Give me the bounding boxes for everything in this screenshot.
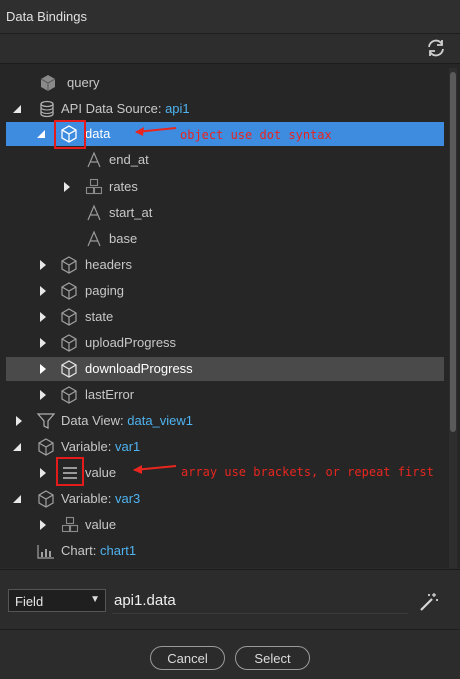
highlight-box (54, 120, 86, 149)
cube-outline-icon (59, 359, 79, 379)
database-icon (37, 99, 57, 119)
collapsed-arrow-icon[interactable] (35, 279, 51, 303)
binding-type-value: Field (15, 594, 44, 609)
tree-item-label: headers (85, 257, 132, 272)
highlight-box (56, 457, 84, 486)
annotation-arrow-icon (133, 465, 177, 474)
expanded-arrow-icon[interactable] (9, 435, 25, 459)
tree-item-var3[interactable]: Variable: var3 (6, 487, 444, 511)
scrollbar-thumb[interactable] (450, 72, 456, 432)
collapsed-arrow-icon[interactable] (35, 253, 51, 277)
tree-item-label: Variable: var1 (61, 439, 141, 454)
tree-item-end-at[interactable]: end_at (6, 148, 444, 172)
collapsed-arrow-icon[interactable] (11, 409, 27, 433)
expanded-arrow-icon[interactable] (33, 122, 49, 146)
expression-underline (112, 613, 408, 614)
expanded-arrow-icon[interactable] (9, 487, 25, 511)
collapsed-arrow-icon[interactable] (59, 175, 75, 199)
binding-expression-field[interactable]: api1.data (114, 592, 176, 609)
cube-outline-icon (59, 333, 79, 353)
tree-item-label: base (109, 231, 138, 246)
collapsed-arrow-icon[interactable] (35, 357, 51, 381)
tree-item-data-view[interactable]: Data View: data_view1 (6, 409, 444, 433)
cube-outline-icon (59, 385, 79, 405)
object-group-icon (60, 515, 80, 535)
tree-item-label: start_at (109, 205, 153, 220)
tree-item-label: lastError (85, 387, 135, 402)
annotation-arrow-icon (135, 127, 177, 136)
select-button[interactable]: Select (235, 646, 310, 670)
object-group-icon (84, 177, 104, 197)
tree-item-start-at[interactable]: start_at (6, 201, 444, 225)
cube-icon (38, 73, 58, 93)
toolbar (0, 34, 460, 64)
cube-outline-icon (59, 255, 79, 275)
bar-chart-icon (36, 541, 56, 561)
tree-item-var1[interactable]: Variable: var1 (6, 435, 444, 459)
text-field-icon (84, 150, 104, 170)
title-bar: Data Bindings (0, 0, 460, 34)
tree-item-label: API Data Source: api1 (61, 101, 190, 116)
tree-item-label: state (85, 309, 114, 324)
collapsed-arrow-icon[interactable] (35, 513, 51, 537)
tree-item-label: paging (85, 283, 125, 298)
cancel-button[interactable]: Cancel (150, 646, 225, 670)
tree-item-label: value (85, 517, 117, 532)
tree-item-last-error[interactable]: lastError (6, 383, 444, 407)
tree-item-query[interactable]: query (6, 71, 444, 95)
tree-item-label: end_at (109, 152, 149, 167)
text-field-icon (84, 203, 104, 223)
tree-item-chart[interactable]: Chart: chart1 (6, 539, 444, 563)
cube-outline-icon (36, 489, 56, 509)
tree-item-state[interactable]: state (6, 305, 444, 329)
tree-item-label: rates (109, 179, 138, 194)
text-field-icon (84, 229, 104, 249)
tree-item-label: value (85, 465, 117, 480)
expanded-arrow-icon[interactable] (9, 97, 25, 121)
refresh-icon[interactable] (424, 37, 448, 59)
tree-item-label: uploadProgress (85, 335, 177, 350)
tree-item-paging[interactable]: paging (6, 279, 444, 303)
magic-wand-icon[interactable] (418, 591, 440, 613)
binding-type-select[interactable]: Field ▼ (8, 589, 106, 612)
window-title: Data Bindings (6, 9, 87, 24)
array-annotation: array use brackets, or repeat first (181, 465, 434, 479)
tree-item-label: downloadProgress (85, 361, 193, 376)
footer-divider (0, 629, 460, 630)
tree-item-label: Data View: data_view1 (61, 413, 194, 428)
dropdown-caret-icon: ▼ (90, 594, 100, 605)
collapsed-arrow-icon[interactable] (35, 383, 51, 407)
tree-item-label: query (67, 75, 100, 90)
tree-item-rates[interactable]: rates (6, 175, 444, 199)
cube-outline-icon (36, 437, 56, 457)
cube-outline-icon (59, 281, 79, 301)
collapsed-arrow-icon[interactable] (35, 331, 51, 355)
filter-icon (36, 411, 56, 431)
cube-outline-icon (59, 307, 79, 327)
collapsed-arrow-icon[interactable] (35, 305, 51, 329)
tree-item-upload-progress[interactable]: uploadProgress (6, 331, 444, 355)
object-annotation: object use dot syntax (180, 128, 332, 142)
tree-item-headers[interactable]: headers (6, 253, 444, 277)
tree-item-base[interactable]: base (6, 227, 444, 251)
collapsed-arrow-icon[interactable] (35, 461, 51, 485)
tree-item-download-progress[interactable]: downloadProgress (6, 357, 444, 381)
tree-item-label: data (85, 126, 111, 141)
expression-panel (0, 569, 460, 679)
tree-item-label: Chart: chart1 (61, 543, 137, 558)
tree-item-var3-value[interactable]: value (6, 513, 444, 537)
tree-item-api-source[interactable]: API Data Source: api1 (6, 97, 444, 121)
tree-item-label: Variable: var3 (61, 491, 141, 506)
